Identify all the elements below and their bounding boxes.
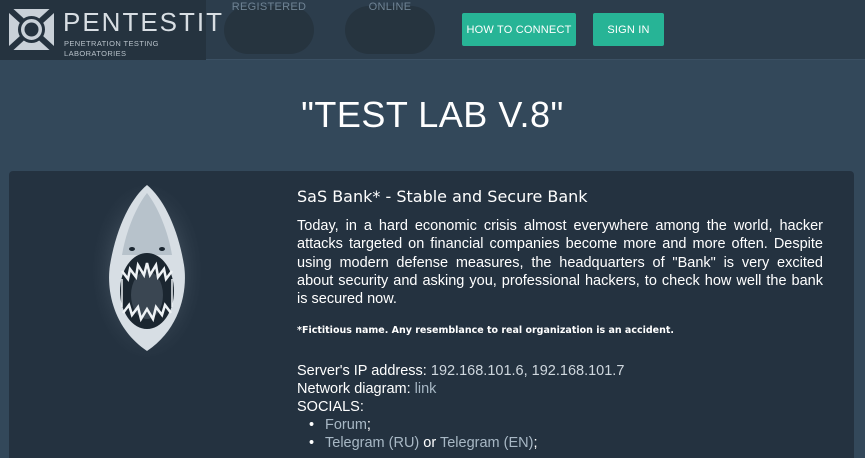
- forum-link[interactable]: Forum: [325, 417, 367, 433]
- logo-name: PENTESTIT: [63, 7, 225, 37]
- list-item: Forum;: [309, 416, 823, 434]
- logo[interactable]: PENTESTIT PENETRATION TESTING LABORATORI…: [0, 0, 222, 60]
- lab-title: SaS Bank* - Stable and Secure Bank: [297, 187, 588, 206]
- lab-details: Server's IP address: 192.168.101.6, 192.…: [297, 362, 823, 452]
- online-stat: ONLINE: [345, 0, 435, 14]
- list-item: Telegram (RU) or Telegram (EN);: [309, 434, 823, 452]
- server-ip-value: 192.168.101.6, 192.168.101.7: [430, 363, 625, 380]
- lab-card: SaS Bank* - Stable and Secure Bank Today…: [9, 171, 854, 458]
- logo-tagline: PENETRATION TESTING LABORATORIES: [64, 39, 159, 58]
- server-ip-label: Server's IP address:: [297, 363, 427, 380]
- telegram-suffix: ;: [533, 435, 538, 452]
- online-label: ONLINE: [368, 1, 412, 13]
- top-navbar: PENTESTIT PENETRATION TESTING LABORATORI…: [0, 0, 865, 60]
- sign-in-button[interactable]: SIGN IN: [593, 13, 664, 46]
- lab-description-text: Today, in a hard economic crisis almost …: [297, 218, 823, 308]
- registered-stat: REGISTERED: [224, 0, 314, 14]
- page-title: "TEST LAB V.8": [301, 94, 564, 135]
- network-diagram-row: Network diagram: link: [297, 380, 823, 398]
- telegram-en-link[interactable]: Telegram (EN): [440, 435, 533, 451]
- or-text: or: [423, 435, 437, 452]
- registered-label: REGISTERED: [231, 1, 307, 13]
- server-ip-row: Server's IP address: 192.168.101.6, 192.…: [297, 362, 823, 380]
- socials-list: Forum; Telegram (RU) or Telegram (EN);: [309, 416, 823, 452]
- shark-illustration: [92, 179, 202, 357]
- network-diagram-link[interactable]: link: [415, 381, 437, 397]
- pentestit-logo-icon: [9, 9, 54, 50]
- telegram-ru-link[interactable]: Telegram (RU): [325, 435, 419, 451]
- forum-suffix: ;: [366, 417, 371, 434]
- network-diagram-label: Network diagram:: [297, 381, 411, 398]
- socials-label: SOCIALS:: [297, 399, 364, 416]
- lab-description: SaS Bank* - Stable and Secure Bank Today…: [297, 185, 823, 452]
- fictitious-note: *Fictitious name. Any resemblance to rea…: [297, 325, 675, 337]
- how-to-connect-button[interactable]: HOW TO CONNECT: [462, 13, 576, 46]
